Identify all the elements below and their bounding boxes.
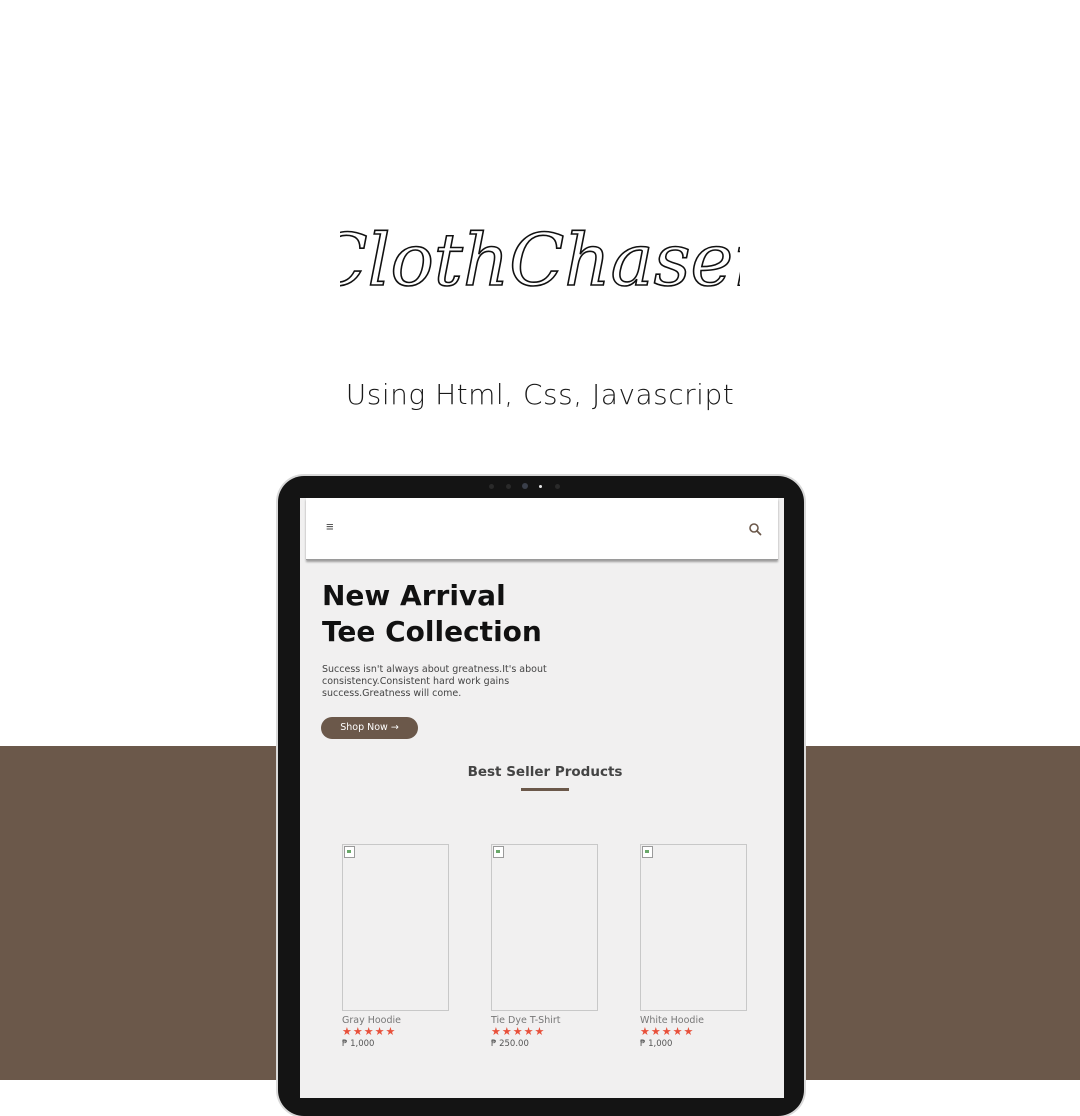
product-name[interactable]: Tie Dye T-Shirt bbox=[491, 1015, 601, 1026]
product-card[interactable]: Tie Dye T-Shirt ★★★★★ ₱ 250.00 bbox=[491, 844, 601, 1049]
brand-logo: ClothChaser bbox=[340, 205, 740, 325]
script-logo-graphic: ClothChaser bbox=[340, 217, 740, 303]
tablet-screen: ≡ New Arrival Tee Collection Success isn… bbox=[300, 498, 784, 1098]
hero-title-line1: New Arrival bbox=[322, 579, 506, 612]
star-rating: ★★★★★ bbox=[640, 1026, 695, 1038]
product-image[interactable] bbox=[342, 844, 449, 1011]
product-price: ₱ 250.00 bbox=[491, 1039, 529, 1049]
hero-description: Success isn't always about greatness.It'… bbox=[322, 664, 547, 699]
tablet-device: ≡ New Arrival Tee Collection Success isn… bbox=[278, 476, 804, 1116]
subtitle: Using Html, Css, Javascript bbox=[345, 378, 735, 411]
product-image[interactable] bbox=[491, 844, 598, 1011]
hero-title: New Arrival Tee Collection bbox=[322, 578, 742, 650]
star-rating: ★★★★★ bbox=[491, 1026, 546, 1038]
navbar: ≡ bbox=[306, 498, 778, 560]
broken-image-icon bbox=[642, 846, 653, 858]
broken-image-icon bbox=[344, 846, 355, 858]
shop-now-button[interactable]: Shop Now → bbox=[321, 717, 418, 739]
best-seller-title: Best Seller Products bbox=[467, 764, 623, 780]
broken-image-icon bbox=[493, 846, 504, 858]
sensor-dot bbox=[506, 484, 511, 489]
sensor-dot bbox=[489, 484, 494, 489]
product-price: ₱ 1,000 bbox=[640, 1039, 673, 1049]
product-image[interactable] bbox=[640, 844, 747, 1011]
hamburger-icon[interactable]: ≡ bbox=[326, 520, 340, 534]
product-name[interactable]: White Hoodie bbox=[640, 1015, 750, 1026]
hero-title-line2: Tee Collection bbox=[322, 615, 542, 648]
logo-text: ClothChaser bbox=[340, 218, 740, 302]
camera-lens bbox=[522, 483, 528, 489]
product-card[interactable]: White Hoodie ★★★★★ ₱ 1,000 bbox=[640, 844, 750, 1049]
product-name[interactable]: Gray Hoodie bbox=[342, 1015, 452, 1026]
sensor-dot bbox=[555, 484, 560, 489]
product-card[interactable]: Gray Hoodie ★★★★★ ₱ 1,000 bbox=[342, 844, 452, 1049]
indicator-light bbox=[539, 485, 542, 488]
star-rating: ★★★★★ bbox=[342, 1026, 397, 1038]
search-icon[interactable] bbox=[748, 522, 762, 536]
product-price: ₱ 1,000 bbox=[342, 1039, 375, 1049]
section-underline bbox=[521, 788, 569, 791]
